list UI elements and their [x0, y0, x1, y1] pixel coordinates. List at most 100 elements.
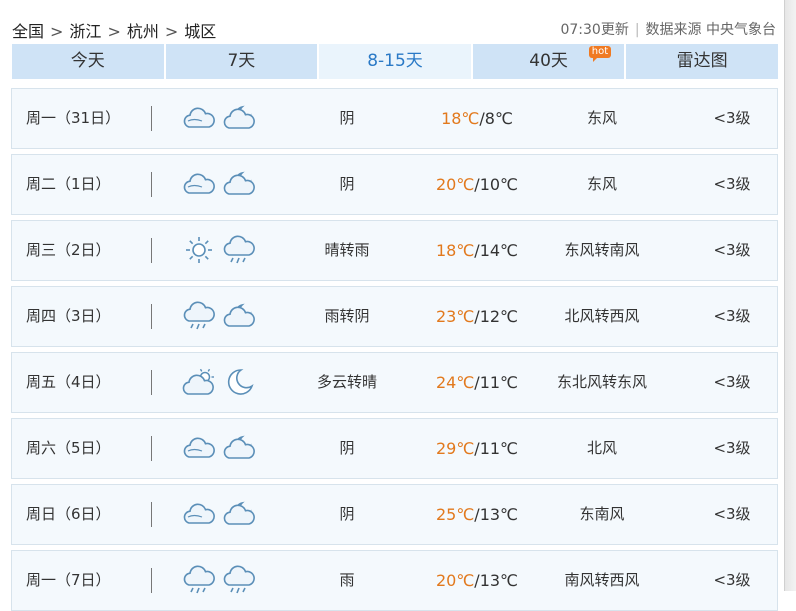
- cloudy-icon: [182, 499, 216, 529]
- moon-icon: [222, 367, 256, 397]
- temperature: 20℃/10℃: [422, 155, 532, 214]
- tab-7-days[interactable]: 7天: [165, 44, 318, 79]
- tab-label: 7天: [227, 51, 256, 71]
- forecast-row: 周二（1日） 阴 20℃/10℃ 东风 <3级: [11, 154, 778, 215]
- temp-low: /11℃: [474, 439, 519, 458]
- temp-high: 20℃: [435, 571, 475, 590]
- tab-8-15-days[interactable]: 8-15天: [319, 44, 471, 79]
- temperature: 18℃/14℃: [422, 221, 532, 280]
- tab-today[interactable]: 今天: [12, 44, 164, 79]
- weather-desc: 多云转晴: [316, 373, 377, 391]
- divider: [151, 436, 152, 461]
- forecast-row: 周五（4日） 多云转晴 24℃/11℃ 东北风转东风 <3级: [11, 352, 778, 413]
- partly-cloudy-night-icon: [222, 433, 256, 463]
- temp-high: 25℃: [435, 505, 475, 524]
- temperature: 23℃/12℃: [422, 287, 532, 346]
- wind-direction: 东风: [586, 109, 617, 127]
- weather-desc: 晴转雨: [324, 241, 370, 259]
- day-date: 周二（1日）: [26, 175, 111, 193]
- weather-desc: 雨转阴: [324, 307, 370, 325]
- breadcrumb: 全国 > 浙江 > 杭州 > 城区: [12, 18, 216, 42]
- temp-low: /11℃: [474, 373, 519, 392]
- forecast-row: 周一（31日） 阴 18℃/8℃ 东风 <3级: [11, 88, 778, 149]
- partly-cloudy-night-icon: [222, 499, 256, 529]
- cloudy-icon: [182, 169, 216, 199]
- divider: |: [634, 22, 640, 38]
- partly-cloudy-day-icon: [182, 367, 216, 397]
- wind-direction: 东南风: [579, 505, 625, 523]
- temp-high: 24℃: [435, 373, 475, 392]
- update-time: 07:30更新: [560, 22, 629, 38]
- wind-direction: 南风转西风: [564, 571, 640, 589]
- forecast-row: 周日（6日） 阴 25℃/13℃ 东南风 <3级: [11, 484, 778, 545]
- weather-desc: 阴: [339, 439, 355, 457]
- temperature: 20℃/13℃: [422, 551, 532, 610]
- wind-level: <3级: [713, 241, 751, 259]
- breadcrumb-separator: >: [107, 22, 121, 41]
- forecast-row: 周四（3日） 雨转阴 23℃/12℃ 北风转西风 <3级: [11, 286, 778, 347]
- breadcrumb-item-country[interactable]: 全国: [12, 22, 44, 41]
- day-date: 周日（6日）: [26, 505, 111, 523]
- wind-direction: 东风: [586, 175, 617, 193]
- tab-40-days[interactable]: 40天 hot: [472, 44, 625, 79]
- tab-label: 8-15天: [367, 51, 423, 71]
- breadcrumb-item-province[interactable]: 浙江: [69, 22, 101, 41]
- divider: [151, 172, 152, 197]
- divider: [151, 502, 152, 527]
- day-date: 周一（31日）: [26, 109, 121, 127]
- temperature: 18℃/8℃: [422, 89, 532, 148]
- cloudy-icon: [182, 433, 216, 463]
- hot-badge: hot: [588, 46, 612, 62]
- wind-level: <3级: [713, 571, 751, 589]
- temp-low: /8℃: [479, 109, 513, 128]
- temp-low: /12℃: [474, 307, 519, 326]
- day-date: 周四（3日）: [26, 307, 111, 325]
- temp-low: /14℃: [474, 241, 519, 260]
- data-source: 中央气象台: [706, 22, 776, 38]
- partly-cloudy-night-icon: [222, 301, 256, 331]
- wind-level: <3级: [713, 439, 751, 457]
- temp-low: /13℃: [474, 505, 519, 524]
- temp-high: 18℃: [435, 241, 475, 260]
- day-date: 周六（5日）: [26, 439, 111, 457]
- weather-desc: 阴: [339, 109, 355, 127]
- tab-radar[interactable]: 雷达图: [626, 44, 778, 79]
- divider: [151, 106, 152, 131]
- day-date: 周五（4日）: [26, 373, 111, 391]
- divider: [151, 568, 152, 593]
- weather-desc: 阴: [339, 175, 355, 193]
- temp-high: 23℃: [435, 307, 475, 326]
- breadcrumb-item-city[interactable]: 杭州: [127, 22, 159, 41]
- weather-desc: 阴: [339, 505, 355, 523]
- wind-level: <3级: [713, 373, 751, 391]
- forecast-tabs: 今天 7天 8-15天 40天 hot 雷达图: [12, 44, 778, 79]
- divider: [151, 304, 152, 329]
- wind-direction: 北风转西风: [564, 307, 640, 325]
- temperature: 24℃/11℃: [422, 353, 532, 412]
- forecast-row: 周六（5日） 阴 29℃/11℃ 北风 <3级: [11, 418, 778, 479]
- rain-icon: [182, 301, 216, 331]
- page-right-edge: [784, 0, 796, 591]
- wind-level: <3级: [713, 109, 751, 127]
- sunny-icon: [182, 235, 216, 265]
- breadcrumb-item-district[interactable]: 城区: [184, 22, 216, 41]
- weather-desc: 雨: [339, 571, 355, 589]
- wind-level: <3级: [713, 175, 751, 193]
- wind-direction: 北风: [586, 439, 617, 457]
- rain-icon: [222, 235, 256, 265]
- cloudy-icon: [182, 103, 216, 133]
- partly-cloudy-night-icon: [222, 169, 256, 199]
- wind-direction: 东风转南风: [564, 241, 640, 259]
- wind-direction: 东北风转东风: [556, 373, 647, 391]
- forecast-row: 周一（7日） 雨 20℃/13℃ 南风转西风 <3级: [11, 550, 778, 611]
- temp-low: /10℃: [474, 175, 519, 194]
- update-info: 07:30更新 | 数据来源 中央气象台: [560, 19, 776, 39]
- divider: [151, 370, 152, 395]
- day-date: 周一（7日）: [26, 571, 111, 589]
- divider: [151, 238, 152, 263]
- tab-label: 今天: [70, 51, 105, 71]
- temp-high: 18℃: [441, 109, 480, 128]
- partly-cloudy-night-icon: [222, 103, 256, 133]
- temp-high: 20℃: [435, 175, 475, 194]
- forecast-row: 周三（2日） 晴转雨 18℃/14℃ 东风转南风 <3级: [11, 220, 778, 281]
